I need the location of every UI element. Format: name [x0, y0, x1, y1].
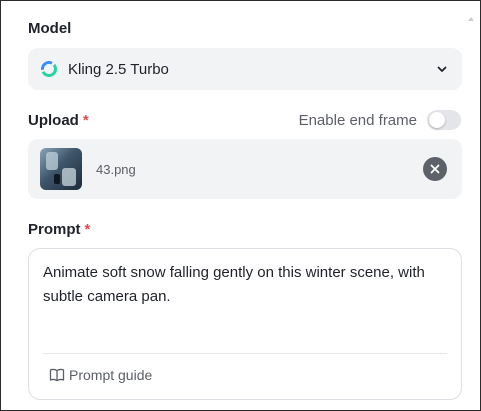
generation-form-panel: Model Kling 2.5 Turbo Upload * Enable end…	[0, 0, 481, 411]
file-name: 43.png	[96, 161, 136, 177]
prompt-label-text: Prompt	[28, 221, 81, 238]
toggle-knob	[429, 112, 445, 128]
model-label-text: Model	[28, 20, 72, 37]
required-mark: *	[84, 221, 91, 238]
prompt-guide-link[interactable]: Prompt guide	[49, 367, 152, 383]
prompt-divider	[43, 353, 447, 354]
end-frame-toggle-row: Enable end frame	[299, 110, 461, 130]
close-icon	[430, 164, 440, 174]
model-select-value: Kling 2.5 Turbo	[68, 60, 169, 78]
prompt-text[interactable]: Animate soft snow falling gently on this…	[43, 261, 443, 309]
remove-file-button[interactable]	[423, 157, 447, 181]
prompt-guide-label: Prompt guide	[69, 367, 153, 383]
book-icon	[49, 368, 65, 382]
model-label: Model	[28, 20, 71, 37]
required-mark: *	[82, 112, 89, 129]
upload-label: Upload *	[28, 112, 89, 129]
image-thumbnail[interactable]	[40, 148, 82, 190]
upload-label-text: Upload	[28, 112, 79, 129]
prompt-label: Prompt *	[28, 221, 90, 238]
kling-logo-icon	[41, 61, 57, 77]
uploaded-file-card: 43.png	[28, 139, 462, 199]
scroll-up-arrow-icon[interactable]	[468, 17, 474, 21]
end-frame-label: Enable end frame	[298, 111, 417, 129]
chevron-down-icon[interactable]	[436, 63, 448, 75]
end-frame-toggle[interactable]	[427, 110, 461, 130]
prompt-textarea[interactable]: Animate soft snow falling gently on this…	[28, 248, 462, 400]
model-select[interactable]: Kling 2.5 Turbo	[28, 48, 462, 90]
